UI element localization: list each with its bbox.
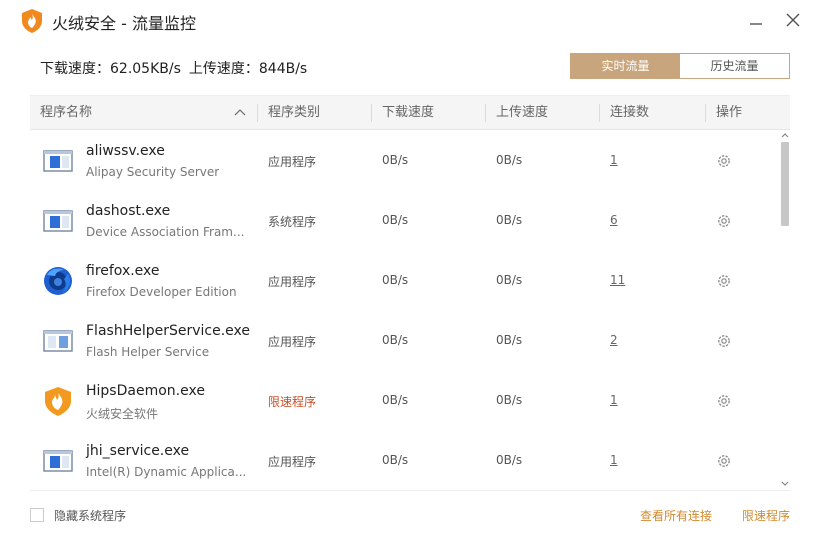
process-list: aliwssv.exe Alipay Security Server 应用程序 … [30, 131, 778, 491]
window-app-icon [43, 150, 73, 172]
column-header-upload[interactable]: 上传速度 [496, 96, 548, 129]
column-header-connections[interactable]: 连接数 [610, 96, 649, 129]
process-description: Flash Helper Service [86, 345, 210, 359]
firefox-icon [44, 267, 72, 295]
gear-icon[interactable] [715, 332, 733, 350]
speed-summary: 下载速度：62.05KB/s 上传速度：844B/s [40, 58, 307, 78]
download-speed: 0B/s [382, 333, 409, 347]
download-speed-value: 62.05KB/s [110, 61, 181, 77]
process-description: Firefox Developer Edition [86, 285, 237, 299]
gear-icon[interactable] [715, 152, 733, 170]
gear-icon[interactable] [715, 392, 733, 410]
scrollbar-thumb[interactable] [781, 142, 789, 226]
process-type: 应用程序 [268, 275, 317, 289]
connection-count-link[interactable]: 1 [610, 393, 618, 407]
connection-count-link[interactable]: 1 [610, 453, 618, 467]
gear-icon[interactable] [715, 452, 733, 470]
download-speed: 0B/s [382, 393, 409, 407]
upload-speed: 0B/s [496, 393, 523, 407]
table-row[interactable]: jhi_service.exe Intel(R) Dynamic Applica… [30, 431, 778, 491]
title-bar: 火绒安全 - 流量监控 [0, 0, 820, 40]
tab-history-traffic[interactable]: 历史流量 [680, 54, 789, 78]
download-speed: 0B/s [382, 453, 409, 467]
download-speed: 0B/s [382, 213, 409, 227]
table-row[interactable]: aliwssv.exe Alipay Security Server 应用程序 … [30, 131, 778, 191]
column-header-type[interactable]: 程序类别 [268, 96, 320, 129]
process-name: jhi_service.exe [86, 443, 190, 459]
download-speed: 0B/s [382, 153, 409, 167]
column-header-download[interactable]: 下载速度 [382, 96, 434, 129]
window-title: 火绒安全 - 流量监控 [52, 14, 196, 33]
process-type: 应用程序 [268, 455, 317, 469]
upload-speed: 0B/s [496, 153, 523, 167]
table-row[interactable]: FlashHelperService.exe Flash Helper Serv… [30, 311, 778, 371]
huorong-logo-icon [22, 9, 42, 33]
table-row[interactable]: firefox.exe Firefox Developer Edition 应用… [30, 251, 778, 311]
hide-system-programs-checkbox[interactable] [30, 508, 44, 522]
process-name: aliwssv.exe [86, 143, 165, 159]
traffic-tabs: 实时流量 历史流量 [570, 53, 790, 79]
process-type: 系统程序 [268, 215, 317, 229]
window-app-icon [43, 330, 73, 352]
process-description: Intel(R) Dynamic Applica... [86, 465, 246, 479]
sort-ascending-icon[interactable] [234, 107, 246, 117]
huorong-shield-icon [45, 387, 71, 416]
process-type: 应用程序 [268, 155, 317, 169]
table-row[interactable]: dashost.exe Device Association Fram... 系… [30, 191, 778, 251]
process-name: dashost.exe [86, 203, 171, 219]
process-description: Device Association Fram... [86, 225, 245, 239]
hide-system-programs-label[interactable]: 隐藏系统程序 [54, 507, 126, 524]
connection-count-link[interactable]: 11 [610, 273, 625, 287]
upload-speed: 0B/s [496, 213, 523, 227]
tab-realtime-traffic[interactable]: 实时流量 [571, 54, 680, 78]
table-row[interactable]: HipsDaemon.exe 火绒安全软件 限速程序 0B/s 0B/s 1 [30, 371, 778, 431]
upload-speed: 0B/s [496, 333, 523, 347]
scroll-down-icon[interactable] [780, 480, 790, 488]
column-header-action: 操作 [716, 105, 743, 120]
upload-speed-label: 上传速度： [188, 61, 259, 77]
upload-speed: 0B/s [496, 453, 523, 467]
process-name: FlashHelperService.exe [86, 323, 251, 339]
upload-speed-value: 844B/s [258, 61, 308, 77]
process-type: 应用程序 [268, 335, 317, 349]
scroll-up-icon[interactable] [780, 131, 790, 139]
view-all-connections-link[interactable]: 查看所有连接 [640, 507, 712, 524]
gear-icon[interactable] [715, 272, 733, 290]
minimize-icon[interactable] [744, 8, 768, 32]
download-speed-label: 下载速度： [40, 61, 110, 77]
process-name: HipsDaemon.exe [86, 383, 205, 399]
process-type-limited: 限速程序 [268, 395, 317, 409]
connection-count-link[interactable]: 2 [610, 333, 618, 347]
upload-speed: 0B/s [496, 273, 523, 287]
close-icon[interactable] [781, 8, 805, 32]
window-app-icon [43, 450, 73, 472]
column-header-name[interactable]: 程序名称 [40, 96, 92, 129]
table-header: 程序名称 程序类别 下载速度 上传速度 连接数 操作 [30, 95, 790, 130]
window-app-icon [43, 210, 73, 232]
process-description: 火绒安全软件 [86, 407, 159, 421]
connection-count-link[interactable]: 6 [610, 213, 618, 227]
speed-limited-programs-link[interactable]: 限速程序 [742, 507, 790, 524]
process-name: firefox.exe [86, 263, 160, 279]
download-speed: 0B/s [382, 273, 409, 287]
footer-divider [30, 490, 790, 491]
gear-icon[interactable] [715, 212, 733, 230]
connection-count-link[interactable]: 1 [610, 153, 618, 167]
process-description: Alipay Security Server [86, 165, 220, 179]
